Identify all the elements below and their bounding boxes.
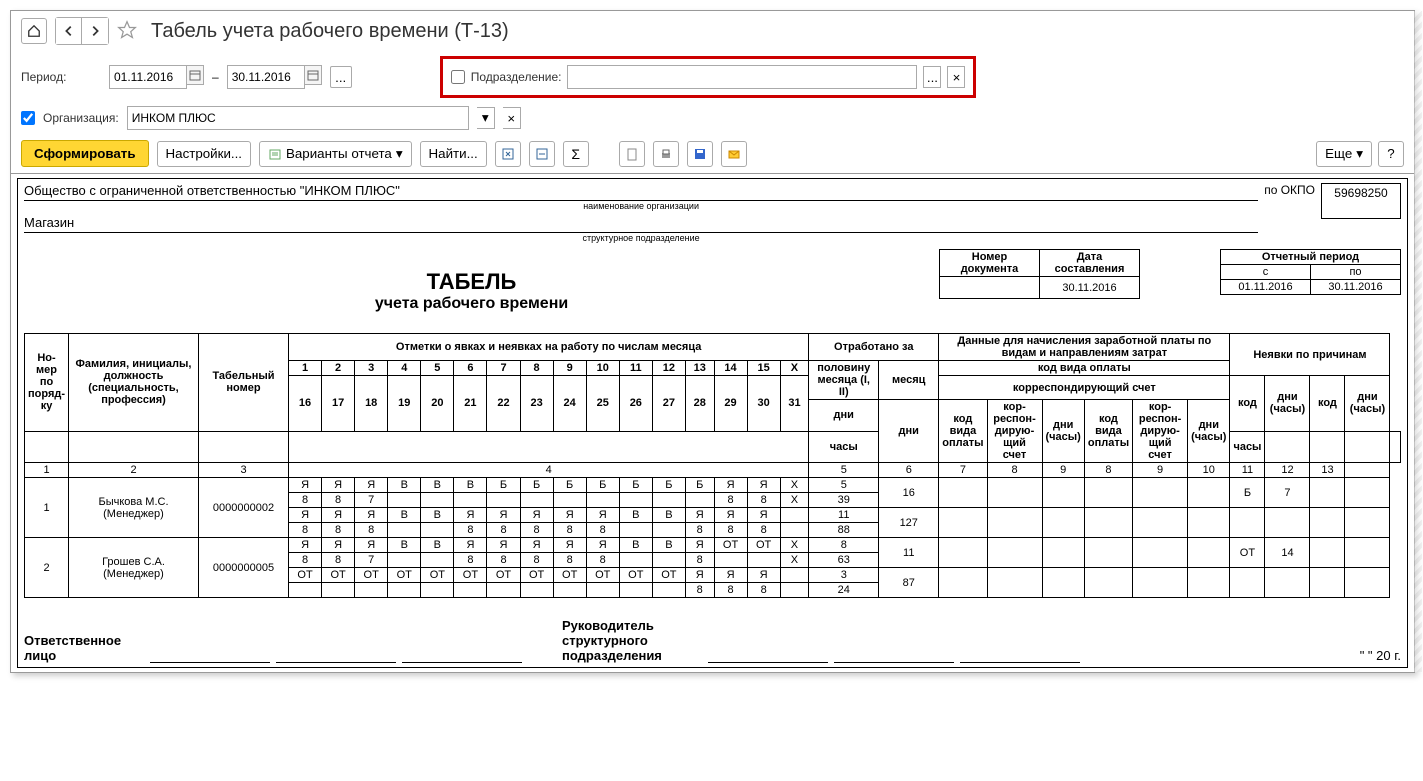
collapse-button[interactable]	[529, 141, 555, 167]
collapse-icon	[535, 147, 549, 161]
floppy-icon	[693, 147, 707, 161]
subdivision-select-button[interactable]: ...	[923, 66, 941, 88]
sig-date: " " 20 г.	[1360, 648, 1401, 663]
okpo-label: по ОКПО	[1264, 183, 1315, 197]
form-button[interactable]: Сформировать	[21, 140, 149, 167]
sum-button[interactable]: Σ	[563, 141, 589, 167]
page-title: Табель учета рабочего времени (Т-13)	[151, 20, 509, 43]
report-title1: ТАБЕЛЬ	[24, 269, 919, 295]
variants-button[interactable]: Варианты отчета ▾	[259, 141, 412, 167]
envelope-icon	[727, 147, 741, 161]
chevron-down-icon: ▾	[1356, 146, 1363, 162]
settings-button[interactable]: Настройки...	[157, 141, 251, 167]
expand-button[interactable]	[495, 141, 521, 167]
dept-name-text: Магазин	[24, 215, 1258, 233]
save-button[interactable]	[687, 141, 713, 167]
find-button[interactable]: Найти...	[420, 141, 487, 167]
top-toolbar: Табель учета рабочего времени (Т-13)	[11, 11, 1414, 52]
signature-row: Ответственное лицо Руководитель структур…	[24, 618, 1401, 663]
sigma-icon: Σ	[571, 146, 580, 162]
doc-info-table: Номер документаДата составления 30.11.20…	[939, 249, 1140, 299]
email-button[interactable]	[721, 141, 747, 167]
org-label: Организация:	[43, 111, 119, 125]
period-separator: –	[212, 70, 219, 84]
expand-icon	[501, 147, 515, 161]
subdivision-clear-button[interactable]: ×	[947, 66, 965, 88]
report-area: Общество с ограниченной ответственностью…	[11, 173, 1414, 672]
app-window: Табель учета рабочего времени (Т-13) Пер…	[10, 10, 1415, 673]
print-preview-button[interactable]	[619, 141, 645, 167]
org-name-text: Общество с ограниченной ответственностью…	[24, 183, 1258, 201]
period-to-input[interactable]	[227, 65, 305, 89]
back-button[interactable]	[56, 18, 82, 44]
org-dropdown-button[interactable]: ▾	[477, 107, 495, 129]
table-row: 1 Бычкова М.С.(Менеджер) 0000000002 ЯЯЯВ…	[25, 478, 1401, 493]
dept-caption: структурное подразделение	[24, 233, 1258, 243]
period-to-calendar[interactable]	[304, 65, 322, 85]
report-document: Общество с ограниченной ответственностью…	[17, 178, 1408, 668]
document-icon	[625, 147, 639, 161]
org-row: Организация: ▾ ×	[11, 102, 1414, 134]
report-title2: учета рабочего времени	[24, 295, 919, 313]
subdivision-highlight: Подразделение: ... ×	[440, 56, 977, 98]
period-select-button[interactable]: ...	[330, 66, 352, 88]
period-row: Период: – ... Подразделение: ... ×	[11, 52, 1414, 102]
action-toolbar: Сформировать Настройки... Варианты отчет…	[11, 134, 1414, 173]
subdivision-label: Подразделение:	[471, 70, 562, 84]
org-caption: наименование организации	[24, 201, 1258, 211]
favorite-icon[interactable]	[117, 20, 137, 43]
home-button[interactable]	[21, 18, 47, 44]
org-checkbox[interactable]	[21, 111, 35, 125]
more-button[interactable]: Еще ▾	[1316, 141, 1372, 167]
help-button[interactable]: ?	[1378, 141, 1404, 167]
report-period-table: Отчетный период спо 01.11.201630.11.2016	[1220, 249, 1401, 295]
period-from-calendar[interactable]	[186, 65, 204, 85]
timesheet-table: Но-мер по поряд-ку Фамилия, инициалы, до…	[24, 333, 1401, 598]
org-input[interactable]	[127, 106, 469, 130]
printer-icon	[659, 147, 673, 161]
table-row: 2 Грошев С.А.(Менеджер) 0000000005 ЯЯЯВВ…	[25, 538, 1401, 553]
forward-button[interactable]	[82, 18, 108, 44]
chevron-down-icon: ▾	[396, 146, 403, 162]
print-button[interactable]	[653, 141, 679, 167]
okpo-value: 59698250	[1321, 183, 1401, 219]
org-clear-button[interactable]: ×	[503, 107, 521, 129]
report-icon	[268, 147, 282, 161]
period-label: Период:	[21, 70, 101, 84]
sig2-label: Руководитель структурного подразделения	[562, 618, 702, 663]
sig1-label: Ответственное лицо	[24, 633, 144, 663]
subdivision-checkbox[interactable]	[451, 70, 465, 84]
period-from-input[interactable]	[109, 65, 187, 89]
subdivision-input[interactable]	[567, 65, 917, 89]
